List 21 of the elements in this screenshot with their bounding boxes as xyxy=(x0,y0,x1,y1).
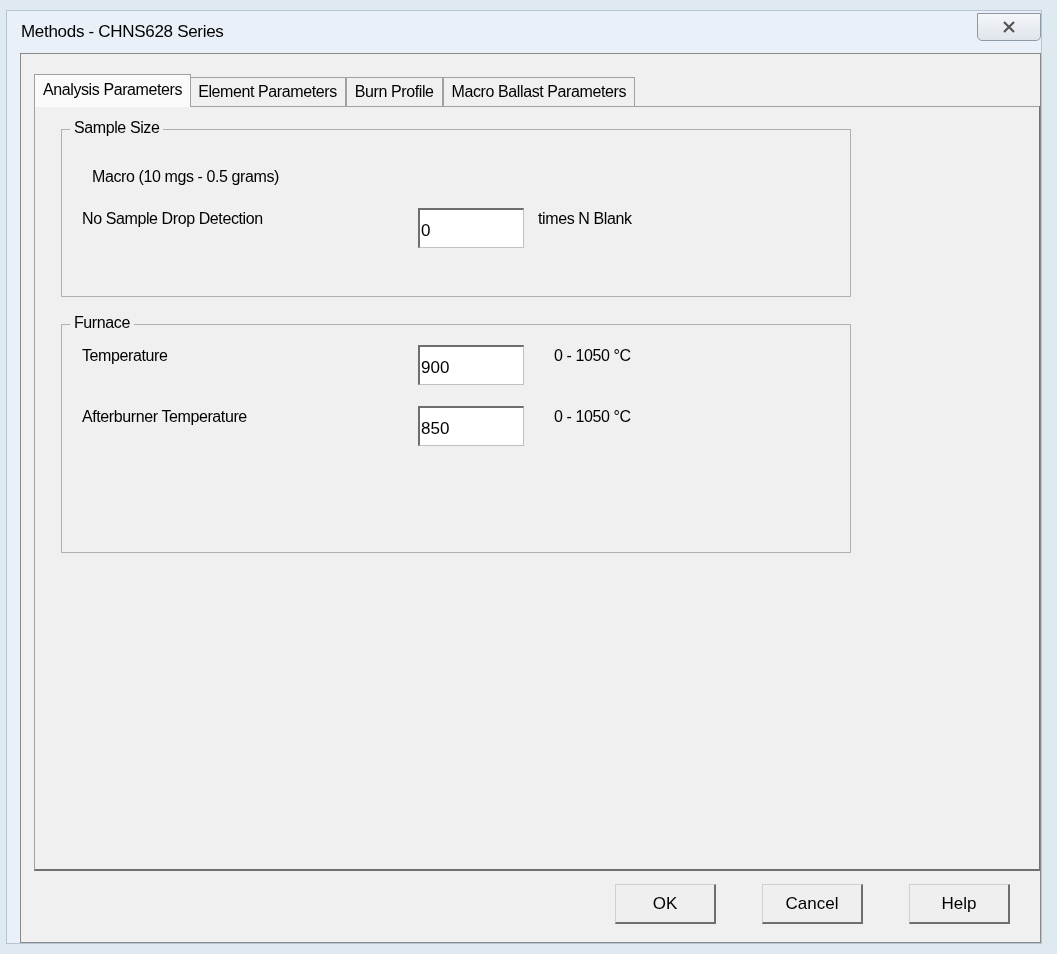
input-field[interactable]: 0 xyxy=(418,208,524,248)
tab[interactable]: Analysis Parameters xyxy=(34,74,192,107)
tab[interactable]: Element Parameters xyxy=(189,77,346,106)
field-label: Temperature xyxy=(82,346,169,365)
dialog-button[interactable]: Help xyxy=(909,884,1010,924)
input-field[interactable]: 900 xyxy=(418,345,524,385)
tab[interactable]: Burn Profile xyxy=(345,77,443,106)
close-button[interactable] xyxy=(977,13,1041,41)
unit-label: times N Blank xyxy=(537,209,632,228)
field-label: Afterburner Temperature xyxy=(82,407,248,426)
field-label: No Sample Drop Detection xyxy=(82,209,264,228)
group-title: Sample Size xyxy=(70,119,164,137)
unit-label: 0 - 1050 °C xyxy=(553,346,631,365)
dialog-button[interactable]: Cancel xyxy=(762,884,863,924)
tab[interactable]: Macro Ballast Parameters xyxy=(442,77,636,106)
info-text: Macro (10 mgs - 0.5 grams) xyxy=(91,167,280,187)
close-icon xyxy=(1002,21,1016,33)
dialog-button[interactable]: OK xyxy=(615,884,716,924)
input-field[interactable]: 850 xyxy=(418,406,524,446)
window-title: Methods - CHNS628 Series xyxy=(21,22,224,42)
unit-label: 0 - 1050 °C xyxy=(553,407,631,426)
